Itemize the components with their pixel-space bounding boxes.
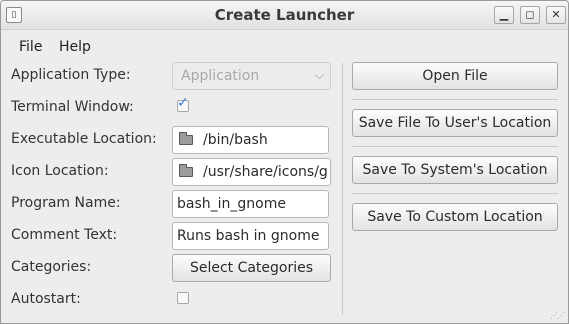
application-type-value: Application	[181, 68, 260, 84]
create-launcher-window: ▯ Create Launcher ▁ ◻ ✕ File Help Applic…	[0, 0, 569, 324]
executable-location-value: /bin/bash	[203, 132, 268, 148]
window-title: Create Launcher	[214, 6, 355, 24]
divider	[352, 193, 558, 194]
resize-grip-icon[interactable]: ⋰⋰	[550, 311, 565, 320]
icon-location-label: Icon Location:	[11, 163, 109, 179]
icon-location-value: /usr/share/icons/g	[203, 164, 328, 180]
comment-text-label: Comment Text:	[11, 227, 118, 243]
categories-label: Categories:	[11, 259, 92, 275]
autostart-label: Autostart:	[11, 291, 81, 307]
icon-location-field[interactable]: /usr/share/icons/g	[172, 158, 331, 186]
close-icon: ✕	[551, 8, 561, 21]
close-button[interactable]: ✕	[546, 6, 566, 24]
folder-icon[interactable]	[179, 132, 193, 145]
title-bar[interactable]: ▯ Create Launcher ▁ ◻ ✕	[1, 1, 568, 30]
menu-help[interactable]: Help	[59, 39, 91, 55]
terminal-window-checkbox[interactable]: ✓	[177, 95, 189, 112]
executable-location-label: Executable Location:	[11, 131, 157, 147]
folder-icon[interactable]	[179, 164, 193, 177]
save-system-location-button[interactable]: Save To System's Location	[352, 156, 558, 184]
program-name-label: Program Name:	[11, 195, 121, 211]
save-custom-location-button[interactable]: Save To Custom Location	[352, 203, 558, 231]
select-categories-button[interactable]: Select Categories	[172, 254, 331, 282]
autostart-checkbox[interactable]	[177, 292, 189, 304]
vertical-divider	[342, 63, 343, 315]
checkmark-icon: ✓	[177, 95, 189, 111]
executable-location-field[interactable]: /bin/bash	[172, 126, 329, 154]
divider	[352, 146, 558, 147]
maximize-button[interactable]: ◻	[520, 6, 540, 24]
chevron-down-icon: ⌵	[314, 68, 324, 82]
program-name-field[interactable]: bash_in_gnome	[172, 190, 329, 218]
divider	[352, 99, 558, 100]
open-file-button[interactable]: Open File	[352, 62, 558, 90]
comment-text-field[interactable]: Runs bash in gnome	[172, 222, 329, 250]
minimize-icon: ▁	[499, 8, 509, 21]
minimize-button[interactable]: ▁	[494, 6, 514, 24]
program-name-value: bash_in_gnome	[177, 196, 286, 212]
menu-file[interactable]: File	[19, 39, 42, 55]
terminal-window-label: Terminal Window:	[11, 99, 134, 115]
application-type-select[interactable]: Application ⌵	[172, 62, 331, 90]
comment-text-value: Runs bash in gnome	[177, 228, 320, 244]
save-user-location-button[interactable]: Save File To User's Location	[352, 109, 558, 137]
application-type-label: Application Type:	[11, 67, 131, 83]
maximize-icon: ◻	[525, 8, 535, 21]
